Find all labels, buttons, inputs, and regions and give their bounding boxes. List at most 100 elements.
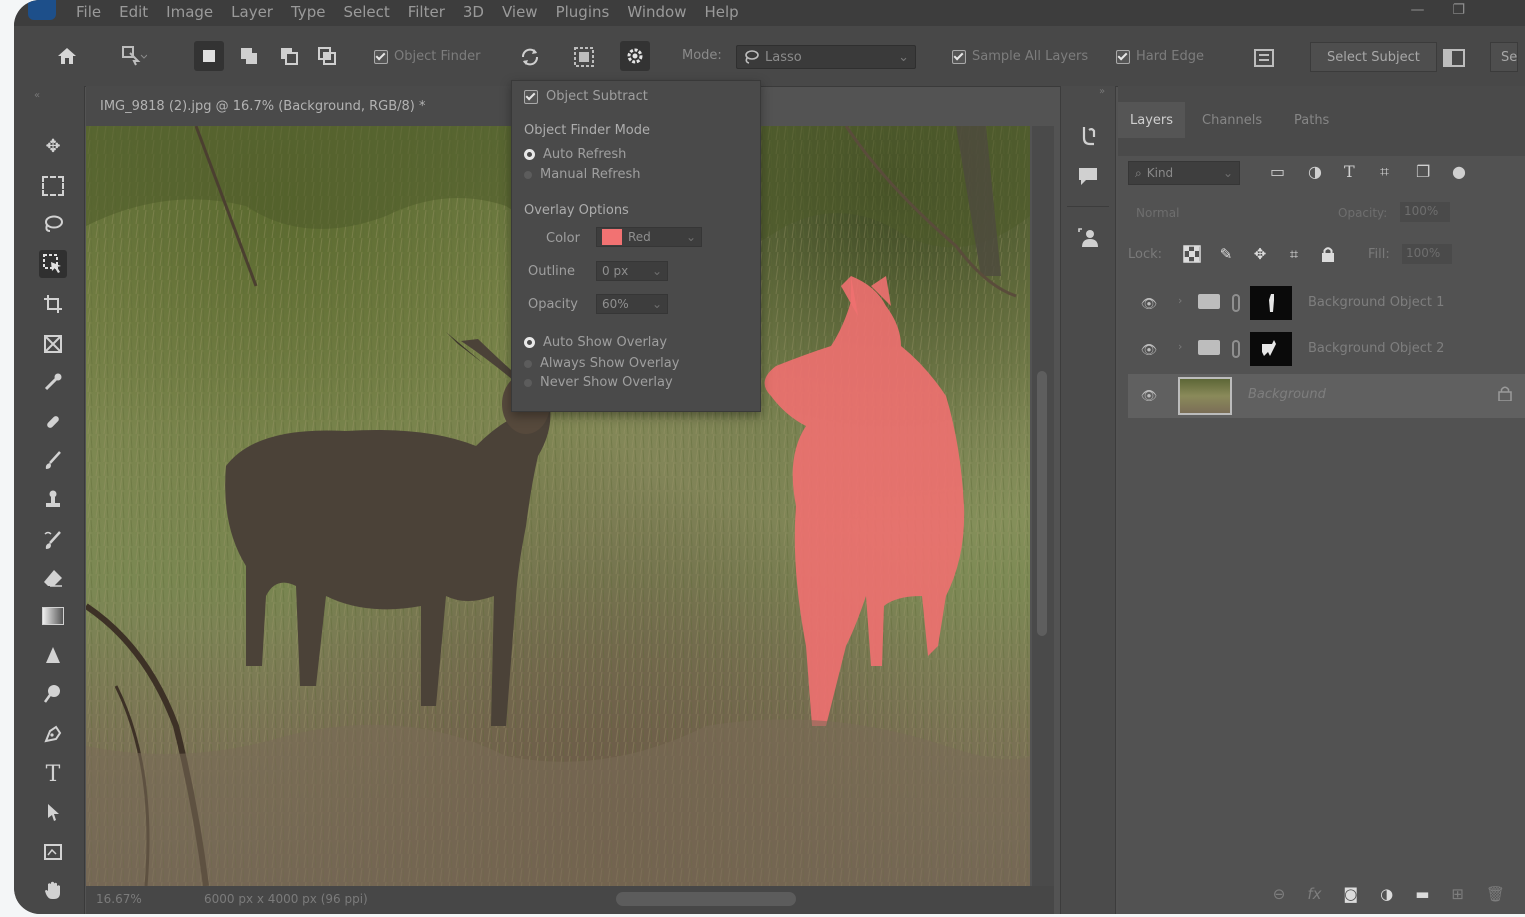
auto-refresh-option[interactable]: Auto Refresh bbox=[524, 147, 626, 162]
layer-opacity-field[interactable]: 100% bbox=[1400, 202, 1450, 222]
object-subtract-option[interactable]: Object Subtract bbox=[524, 89, 648, 104]
opacity-field[interactable]: 60% ⌄ bbox=[596, 294, 668, 314]
lock-transparent-pixels-icon[interactable] bbox=[1180, 242, 1204, 266]
minimize-button[interactable]: — bbox=[1410, 2, 1424, 18]
subtract-from-selection-icon[interactable] bbox=[274, 41, 304, 71]
canvas-vertical-scrollbar[interactable] bbox=[1032, 126, 1054, 886]
auto-show-overlay-radio[interactable] bbox=[524, 337, 535, 348]
collapse-icon[interactable]: « bbox=[34, 90, 40, 101]
visibility-eye-icon[interactable]: 👁 bbox=[1138, 389, 1160, 404]
learn-panel-icon[interactable] bbox=[1074, 122, 1102, 150]
document-tab[interactable]: IMG_9818 (2).jpg @ 16.7% (Background, RG… bbox=[86, 86, 526, 126]
expand-chevron-icon[interactable]: › bbox=[1178, 340, 1182, 353]
new-group-folder-icon[interactable]: ▬ bbox=[1415, 885, 1429, 903]
filter-toggle-icon[interactable]: ● bbox=[1452, 162, 1466, 181]
outline-field[interactable]: 0 px ⌄ bbox=[596, 261, 668, 281]
link-chain-icon[interactable] bbox=[1232, 294, 1240, 312]
manual-refresh-radio[interactable] bbox=[524, 170, 532, 179]
tab-paths[interactable]: Paths bbox=[1294, 102, 1329, 138]
visibility-eye-icon[interactable]: 👁 bbox=[1138, 343, 1160, 358]
menu-plugins[interactable]: Plugins bbox=[556, 3, 610, 21]
add-to-selection-icon[interactable] bbox=[234, 41, 264, 71]
select-and-mask-button[interactable]: Se bbox=[1490, 42, 1519, 72]
layer-row-background-object-2[interactable]: 👁 › Background Object 2 bbox=[1128, 328, 1525, 372]
gradient-tool-icon[interactable] bbox=[39, 602, 67, 630]
lasso-tool-icon[interactable] bbox=[39, 210, 67, 238]
always-show-overlay-option[interactable]: Always Show Overlay bbox=[524, 356, 679, 371]
manual-refresh-option[interactable]: Manual Refresh bbox=[524, 167, 640, 182]
home-icon[interactable] bbox=[52, 41, 82, 71]
new-layer-icon[interactable]: ⊞ bbox=[1451, 885, 1464, 903]
expand-chevron-icon[interactable]: › bbox=[1178, 294, 1182, 307]
layer-row-background[interactable]: 👁 Background bbox=[1128, 374, 1525, 418]
marquee-tool-icon[interactable] bbox=[39, 172, 67, 200]
trash-icon[interactable]: 🗑 bbox=[1486, 885, 1505, 903]
comments-panel-icon[interactable] bbox=[1074, 162, 1102, 190]
crop-tool-icon[interactable] bbox=[39, 290, 67, 318]
clone-stamp-tool-icon[interactable] bbox=[39, 486, 67, 514]
lock-image-pixels-icon[interactable]: ✎ bbox=[1214, 242, 1238, 266]
eyedropper-tool-icon[interactable] bbox=[39, 368, 67, 396]
tab-layers[interactable]: Layers bbox=[1118, 102, 1186, 138]
rectangle-tool-icon[interactable] bbox=[39, 838, 67, 866]
menu-select[interactable]: Select bbox=[343, 3, 389, 21]
frame-tool-icon[interactable] bbox=[39, 330, 67, 358]
tab-channels[interactable]: Channels bbox=[1202, 102, 1262, 138]
collapse-icon[interactable]: » bbox=[1099, 86, 1105, 97]
pen-tool-icon[interactable] bbox=[39, 720, 67, 748]
mode-dropdown[interactable]: Lasso ⌄ bbox=[736, 45, 916, 69]
blur-tool-icon[interactable] bbox=[39, 642, 67, 670]
add-mask-icon[interactable]: ◙ bbox=[1344, 885, 1359, 903]
path-selection-tool-icon[interactable] bbox=[39, 798, 67, 826]
object-finder-toggle[interactable]: Object Finder bbox=[374, 49, 480, 64]
type-tool-icon[interactable]: T bbox=[39, 760, 67, 788]
layer-fill-field[interactable]: 100% bbox=[1402, 244, 1452, 264]
eraser-tool-icon[interactable] bbox=[39, 564, 67, 592]
object-selection-tool-icon[interactable] bbox=[39, 250, 67, 278]
never-show-overlay-radio[interactable] bbox=[524, 378, 532, 387]
lock-all-icon[interactable] bbox=[1316, 242, 1340, 266]
hard-edge-checkbox[interactable] bbox=[1116, 49, 1130, 64]
object-subtract-checkbox[interactable] bbox=[524, 89, 538, 104]
auto-refresh-radio[interactable] bbox=[524, 149, 535, 160]
layer-row-background-object-1[interactable]: 👁 › Background Object 1 bbox=[1128, 282, 1525, 326]
refresh-icon[interactable] bbox=[516, 43, 544, 71]
sample-all-layers-checkbox[interactable] bbox=[952, 49, 966, 64]
select-subject-button[interactable]: Select Subject bbox=[1310, 42, 1437, 72]
tool-preset-icon[interactable] bbox=[114, 41, 154, 71]
menu-type[interactable]: Type bbox=[291, 3, 325, 21]
lock-artboard-icon[interactable]: ⌗ bbox=[1282, 242, 1306, 266]
healing-brush-tool-icon[interactable] bbox=[39, 408, 67, 436]
never-show-overlay-option[interactable]: Never Show Overlay bbox=[524, 375, 673, 390]
filter-type-icon[interactable]: T bbox=[1344, 162, 1355, 181]
layer-mask-thumbnail[interactable] bbox=[1250, 332, 1292, 366]
select-subject-options-icon[interactable] bbox=[1440, 44, 1468, 72]
selection-options-icon[interactable] bbox=[1250, 44, 1278, 72]
menu-help[interactable]: Help bbox=[704, 3, 738, 21]
scrollbar-thumb[interactable] bbox=[1037, 371, 1047, 636]
kind-filter-dropdown[interactable]: ⌕ Kind ⌄ bbox=[1128, 161, 1240, 185]
link-layers-icon[interactable]: ⊖ bbox=[1273, 885, 1286, 903]
new-selection-icon[interactable] bbox=[194, 41, 224, 71]
hand-tool-icon[interactable] bbox=[39, 876, 67, 904]
object-finder-settings-gear-icon[interactable] bbox=[620, 41, 650, 71]
filter-shape-icon[interactable]: ⌗ bbox=[1380, 162, 1389, 182]
sample-all-layers-toggle[interactable]: Sample All Layers bbox=[952, 49, 1088, 64]
maximize-button[interactable]: ❐ bbox=[1452, 2, 1465, 18]
menu-layer[interactable]: Layer bbox=[231, 3, 273, 21]
menu-window[interactable]: Window bbox=[627, 3, 686, 21]
canvas-horizontal-scrollbar[interactable] bbox=[616, 892, 796, 906]
always-show-overlay-radio[interactable] bbox=[524, 359, 532, 368]
dodge-tool-icon[interactable] bbox=[39, 680, 67, 708]
blend-mode-dropdown[interactable]: Normal bbox=[1136, 206, 1179, 220]
brush-tool-icon[interactable] bbox=[39, 446, 67, 474]
filter-pixel-icon[interactable]: ▭ bbox=[1270, 162, 1285, 181]
hard-edge-toggle[interactable]: Hard Edge bbox=[1116, 49, 1204, 64]
link-chain-icon[interactable] bbox=[1232, 340, 1240, 358]
visibility-eye-icon[interactable]: 👁 bbox=[1138, 297, 1160, 312]
menu-3d[interactable]: 3D bbox=[463, 3, 484, 21]
menu-edit[interactable]: Edit bbox=[119, 3, 148, 21]
menu-filter[interactable]: Filter bbox=[408, 3, 445, 21]
move-tool-icon[interactable]: ✥ bbox=[39, 132, 67, 160]
adjustment-layer-icon[interactable]: ◑ bbox=[1380, 885, 1393, 903]
